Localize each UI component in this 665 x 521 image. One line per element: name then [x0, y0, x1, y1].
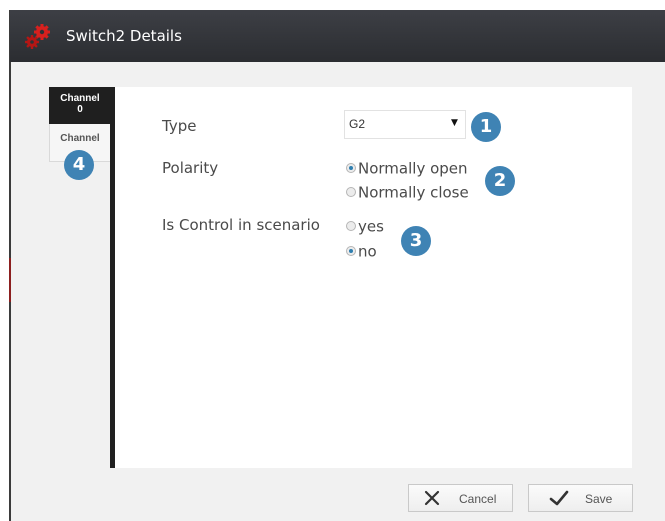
- dropdown-arrow-icon: ▼: [451, 118, 458, 128]
- radio-unchecked-icon: [346, 186, 356, 197]
- radio-normally-open[interactable]: Normally open: [346, 158, 468, 178]
- radio-checked-icon: [346, 162, 356, 173]
- save-button[interactable]: Save: [528, 484, 633, 512]
- type-label: Type: [162, 117, 197, 135]
- title-bar: Switch2 Details: [10, 10, 665, 62]
- type-select[interactable]: G2 ▼: [344, 110, 466, 139]
- close-icon: [424, 490, 440, 506]
- radio-yes[interactable]: yes: [346, 216, 384, 236]
- radio-label: yes: [358, 217, 384, 236]
- tab-sublabel: 0: [77, 104, 83, 115]
- radio-checked-icon: [346, 245, 356, 256]
- radio-label: Normally close: [358, 183, 469, 202]
- callout-badge-3: 3: [401, 226, 431, 256]
- checkmark-icon: [549, 490, 569, 506]
- callout-badge-1: 1: [471, 112, 501, 142]
- radio-normally-close[interactable]: Normally close: [346, 182, 469, 202]
- callout-badge-2: 2: [485, 166, 515, 196]
- radio-label: no: [358, 242, 377, 261]
- cancel-button[interactable]: Cancel: [408, 484, 513, 512]
- save-label: Save: [585, 492, 613, 506]
- radio-no[interactable]: no: [346, 241, 377, 261]
- radio-unchecked-icon: [346, 220, 356, 231]
- details-panel: [115, 87, 632, 468]
- window-title: Switch2 Details: [66, 27, 182, 45]
- tab-channel-0[interactable]: Channel 0: [49, 87, 111, 124]
- polarity-label: Polarity: [162, 159, 219, 177]
- tab-label: Channel: [60, 93, 100, 104]
- window-edge-marker: [9, 258, 11, 302]
- cancel-label: Cancel: [459, 492, 497, 506]
- tab-label: Channel: [60, 133, 100, 144]
- callout-badge-4: 4: [64, 150, 94, 180]
- red-gears-icon: [25, 24, 50, 49]
- control-label: Is Control in scenario: [162, 216, 320, 234]
- type-select-value: G2: [349, 117, 366, 131]
- radio-label: Normally open: [358, 159, 468, 178]
